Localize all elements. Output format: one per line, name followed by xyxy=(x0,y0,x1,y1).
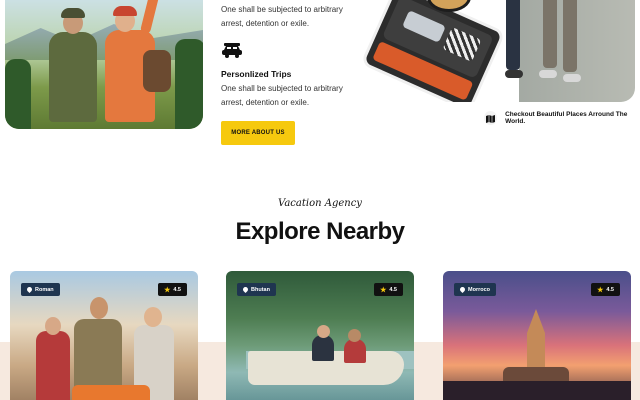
section-subtitle: Vacation Agency xyxy=(278,198,362,209)
hero-travelers-photo xyxy=(5,0,203,129)
rating-badge: ★ 4.5 xyxy=(158,283,187,296)
destination-card-bhutan[interactable]: Bhutan ★ 4.5 xyxy=(226,271,414,400)
map-icon xyxy=(484,111,498,125)
star-icon: ★ xyxy=(597,286,604,294)
location-badge: Bhutan xyxy=(237,283,276,296)
checkout-text: Checkout Beautiful Places Arround The Wo… xyxy=(505,111,628,125)
car-icon xyxy=(222,43,242,58)
location-badge: Morroco xyxy=(454,283,496,296)
destination-card-roman[interactable]: Roman ★ 4.5 xyxy=(10,271,198,400)
location-pin-icon xyxy=(25,285,34,294)
destination-card-morroco[interactable]: Morroco ★ 4.5 xyxy=(443,271,631,400)
checkout-places-note: Checkout Beautiful Places Arround The Wo… xyxy=(484,111,640,125)
rating-badge: ★ 4.5 xyxy=(374,283,403,296)
star-icon: ★ xyxy=(380,286,387,294)
star-icon: ★ xyxy=(164,286,171,294)
location-pin-icon xyxy=(241,285,250,294)
location-pin-icon xyxy=(458,285,467,294)
rating-badge: ★ 4.5 xyxy=(591,283,620,296)
section-heading: Explore Nearby xyxy=(235,218,405,245)
hero-suitcase-photo xyxy=(359,0,635,102)
feature-2-title: Personlized Trips xyxy=(221,69,292,79)
feature-2-description: One shall be subjected to arbitrary arre… xyxy=(221,84,343,107)
location-badge: Roman xyxy=(21,283,60,296)
feature-1-description: One shall be subjected to arbitrary arre… xyxy=(221,5,343,28)
more-about-us-button[interactable]: MORE ABOUT US xyxy=(221,121,295,145)
